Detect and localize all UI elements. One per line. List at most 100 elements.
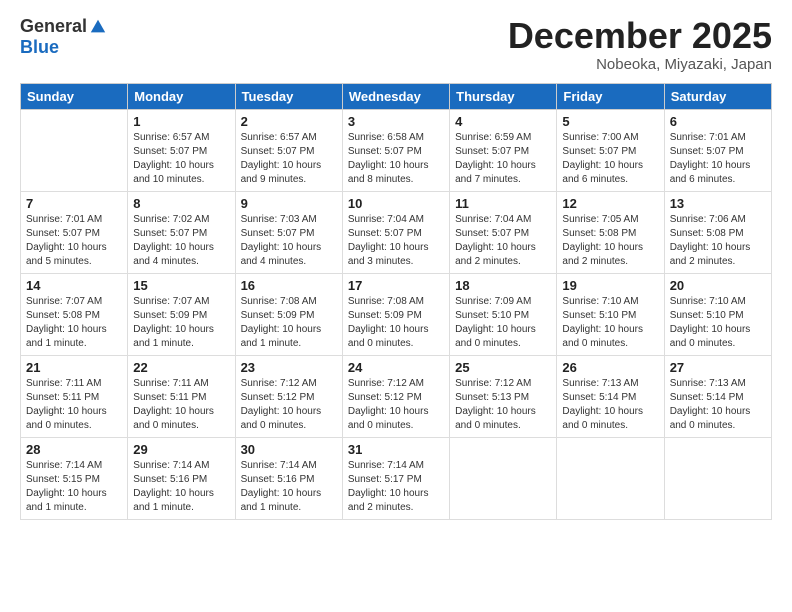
day-number: 4 (455, 114, 551, 129)
day-info: Sunrise: 7:00 AMSunset: 5:07 PMDaylight:… (562, 131, 658, 187)
day-info: Sunrise: 7:04 AMSunset: 5:07 PMDaylight:… (455, 213, 551, 269)
calendar-cell: 23 Sunrise: 7:12 AMSunset: 5:12 PMDayligh… (235, 355, 342, 437)
day-number: 5 (562, 114, 658, 129)
calendar-cell: 9 Sunrise: 7:03 AMSunset: 5:07 PMDaylight… (235, 191, 342, 273)
calendar-cell: 26Sunrise: 7:13 AMSunset: 5:14 PMDayligh… (557, 355, 664, 437)
calendar-cell: 3 Sunrise: 6:58 AMSunset: 5:07 PMDaylight… (342, 109, 449, 191)
calendar-cell: 13Sunrise: 7:06 AMSunset: 5:08 PMDayligh… (664, 191, 771, 273)
calendar-cell (450, 437, 557, 519)
calendar-cell: 17Sunrise: 7:08 AMSunset: 5:09 PMDayligh… (342, 273, 449, 355)
day-info: Sunrise: 7:12 AMSunset: 5:12 PMDaylight:… (241, 377, 337, 433)
day-info: Sunrise: 6:57 AMSunset: 5:07 PMDaylight:… (133, 131, 229, 187)
logo-icon (89, 18, 107, 36)
calendar-cell: 5 Sunrise: 7:00 AMSunset: 5:07 PMDaylight… (557, 109, 664, 191)
calendar-cell: 14 Sunrise: 7:07 AMSunset: 5:08 PMDayligh… (21, 273, 128, 355)
day-info: Sunrise: 7:10 AMSunset: 5:10 PMDaylight:… (670, 295, 766, 351)
calendar-cell: 10 Sunrise: 7:04 AMSunset: 5:07 PMDayligh… (342, 191, 449, 273)
col-monday: Monday (128, 83, 235, 109)
col-saturday: Saturday (664, 83, 771, 109)
day-info: Sunrise: 7:01 AMSunset: 5:07 PMDaylight:… (670, 131, 766, 187)
calendar-cell: 20Sunrise: 7:10 AMSunset: 5:10 PMDayligh… (664, 273, 771, 355)
day-info: Sunrise: 7:12 AMSunset: 5:12 PMDaylight:… (348, 377, 444, 433)
day-number: 2 (241, 114, 337, 129)
calendar-table: Sunday Monday Tuesday Wednesday Thursday… (20, 83, 772, 520)
day-info: Sunrise: 7:05 AMSunset: 5:08 PMDaylight:… (562, 213, 658, 269)
calendar-cell: 24Sunrise: 7:12 AMSunset: 5:12 PMDayligh… (342, 355, 449, 437)
day-number: 21 (26, 360, 122, 375)
day-number: 1 (133, 114, 229, 129)
day-number: 3 (348, 114, 444, 129)
day-number: 9 (241, 196, 337, 211)
calendar-cell: 12 Sunrise: 7:05 AMSunset: 5:08 PMDayligh… (557, 191, 664, 273)
calendar-week-row: 14 Sunrise: 7:07 AMSunset: 5:08 PMDayligh… (21, 273, 772, 355)
day-number: 10 (348, 196, 444, 211)
logo-general-text: General (20, 16, 87, 37)
calendar-cell: 21 Sunrise: 7:11 AMSunset: 5:11 PMDayligh… (21, 355, 128, 437)
day-number: 7 (26, 196, 122, 211)
day-number: 30 (241, 442, 337, 457)
day-info: Sunrise: 7:02 AMSunset: 5:07 PMDaylight:… (133, 213, 229, 269)
day-number: 19 (562, 278, 658, 293)
day-info: Sunrise: 7:14 AMSunset: 5:17 PMDaylight:… (348, 459, 444, 515)
calendar-cell: 15 Sunrise: 7:07 AMSunset: 5:09 PMDayligh… (128, 273, 235, 355)
day-info: Sunrise: 7:03 AMSunset: 5:07 PMDaylight:… (241, 213, 337, 269)
day-number: 12 (562, 196, 658, 211)
day-number: 29 (133, 442, 229, 457)
logo: General Blue (20, 16, 107, 58)
col-friday: Friday (557, 83, 664, 109)
col-thursday: Thursday (450, 83, 557, 109)
day-info: Sunrise: 7:14 AMSunset: 5:16 PMDaylight:… (133, 459, 229, 515)
calendar-cell: 22 Sunrise: 7:11 AMSunset: 5:11 PMDayligh… (128, 355, 235, 437)
col-wednesday: Wednesday (342, 83, 449, 109)
day-info: Sunrise: 7:14 AMSunset: 5:16 PMDaylight:… (241, 459, 337, 515)
day-number: 27 (670, 360, 766, 375)
day-info: Sunrise: 6:59 AMSunset: 5:07 PMDaylight:… (455, 131, 551, 187)
header: General Blue December 2025 Nobeoka, Miya… (20, 16, 772, 73)
calendar-cell: 18Sunrise: 7:09 AMSunset: 5:10 PMDayligh… (450, 273, 557, 355)
calendar-cell (21, 109, 128, 191)
calendar-cell: 29 Sunrise: 7:14 AMSunset: 5:16 PMDayligh… (128, 437, 235, 519)
day-info: Sunrise: 7:06 AMSunset: 5:08 PMDaylight:… (670, 213, 766, 269)
day-number: 14 (26, 278, 122, 293)
day-number: 11 (455, 196, 551, 211)
col-sunday: Sunday (21, 83, 128, 109)
calendar-cell: 7 Sunrise: 7:01 AMSunset: 5:07 PMDaylight… (21, 191, 128, 273)
day-info: Sunrise: 7:11 AMSunset: 5:11 PMDaylight:… (26, 377, 122, 433)
day-number: 6 (670, 114, 766, 129)
day-info: Sunrise: 6:57 AMSunset: 5:07 PMDaylight:… (241, 131, 337, 187)
day-number: 8 (133, 196, 229, 211)
calendar-week-row: 28Sunrise: 7:14 AMSunset: 5:15 PMDayligh… (21, 437, 772, 519)
day-info: Sunrise: 7:12 AMSunset: 5:13 PMDaylight:… (455, 377, 551, 433)
calendar-cell: 28Sunrise: 7:14 AMSunset: 5:15 PMDayligh… (21, 437, 128, 519)
calendar-cell: 4 Sunrise: 6:59 AMSunset: 5:07 PMDaylight… (450, 109, 557, 191)
day-number: 16 (241, 278, 337, 293)
day-info: Sunrise: 7:13 AMSunset: 5:14 PMDaylight:… (562, 377, 658, 433)
day-info: Sunrise: 6:58 AMSunset: 5:07 PMDaylight:… (348, 131, 444, 187)
main-container: General Blue December 2025 Nobeoka, Miya… (0, 0, 792, 530)
calendar-cell: 1 Sunrise: 6:57 AMSunset: 5:07 PMDaylight… (128, 109, 235, 191)
day-number: 18 (455, 278, 551, 293)
day-number: 23 (241, 360, 337, 375)
day-info: Sunrise: 7:08 AMSunset: 5:09 PMDaylight:… (241, 295, 337, 351)
day-info: Sunrise: 7:14 AMSunset: 5:15 PMDaylight:… (26, 459, 122, 515)
day-info: Sunrise: 7:11 AMSunset: 5:11 PMDaylight:… (133, 377, 229, 433)
calendar-cell: 19Sunrise: 7:10 AMSunset: 5:10 PMDayligh… (557, 273, 664, 355)
day-info: Sunrise: 7:08 AMSunset: 5:09 PMDaylight:… (348, 295, 444, 351)
calendar-cell: 31 Sunrise: 7:14 AMSunset: 5:17 PMDayligh… (342, 437, 449, 519)
calendar-week-row: 7 Sunrise: 7:01 AMSunset: 5:07 PMDaylight… (21, 191, 772, 273)
calendar-week-row: 1 Sunrise: 6:57 AMSunset: 5:07 PMDaylight… (21, 109, 772, 191)
day-info: Sunrise: 7:07 AMSunset: 5:08 PMDaylight:… (26, 295, 122, 351)
day-number: 31 (348, 442, 444, 457)
calendar-cell: 2 Sunrise: 6:57 AMSunset: 5:07 PMDaylight… (235, 109, 342, 191)
day-info: Sunrise: 7:01 AMSunset: 5:07 PMDaylight:… (26, 213, 122, 269)
calendar-cell (557, 437, 664, 519)
day-number: 15 (133, 278, 229, 293)
calendar-cell: 8 Sunrise: 7:02 AMSunset: 5:07 PMDaylight… (128, 191, 235, 273)
month-title: December 2025 (508, 16, 772, 56)
calendar-cell: 16 Sunrise: 7:08 AMSunset: 5:09 PMDayligh… (235, 273, 342, 355)
calendar-header-row: Sunday Monday Tuesday Wednesday Thursday… (21, 83, 772, 109)
calendar-week-row: 21 Sunrise: 7:11 AMSunset: 5:11 PMDayligh… (21, 355, 772, 437)
day-number: 22 (133, 360, 229, 375)
day-info: Sunrise: 7:07 AMSunset: 5:09 PMDaylight:… (133, 295, 229, 351)
day-info: Sunrise: 7:04 AMSunset: 5:07 PMDaylight:… (348, 213, 444, 269)
